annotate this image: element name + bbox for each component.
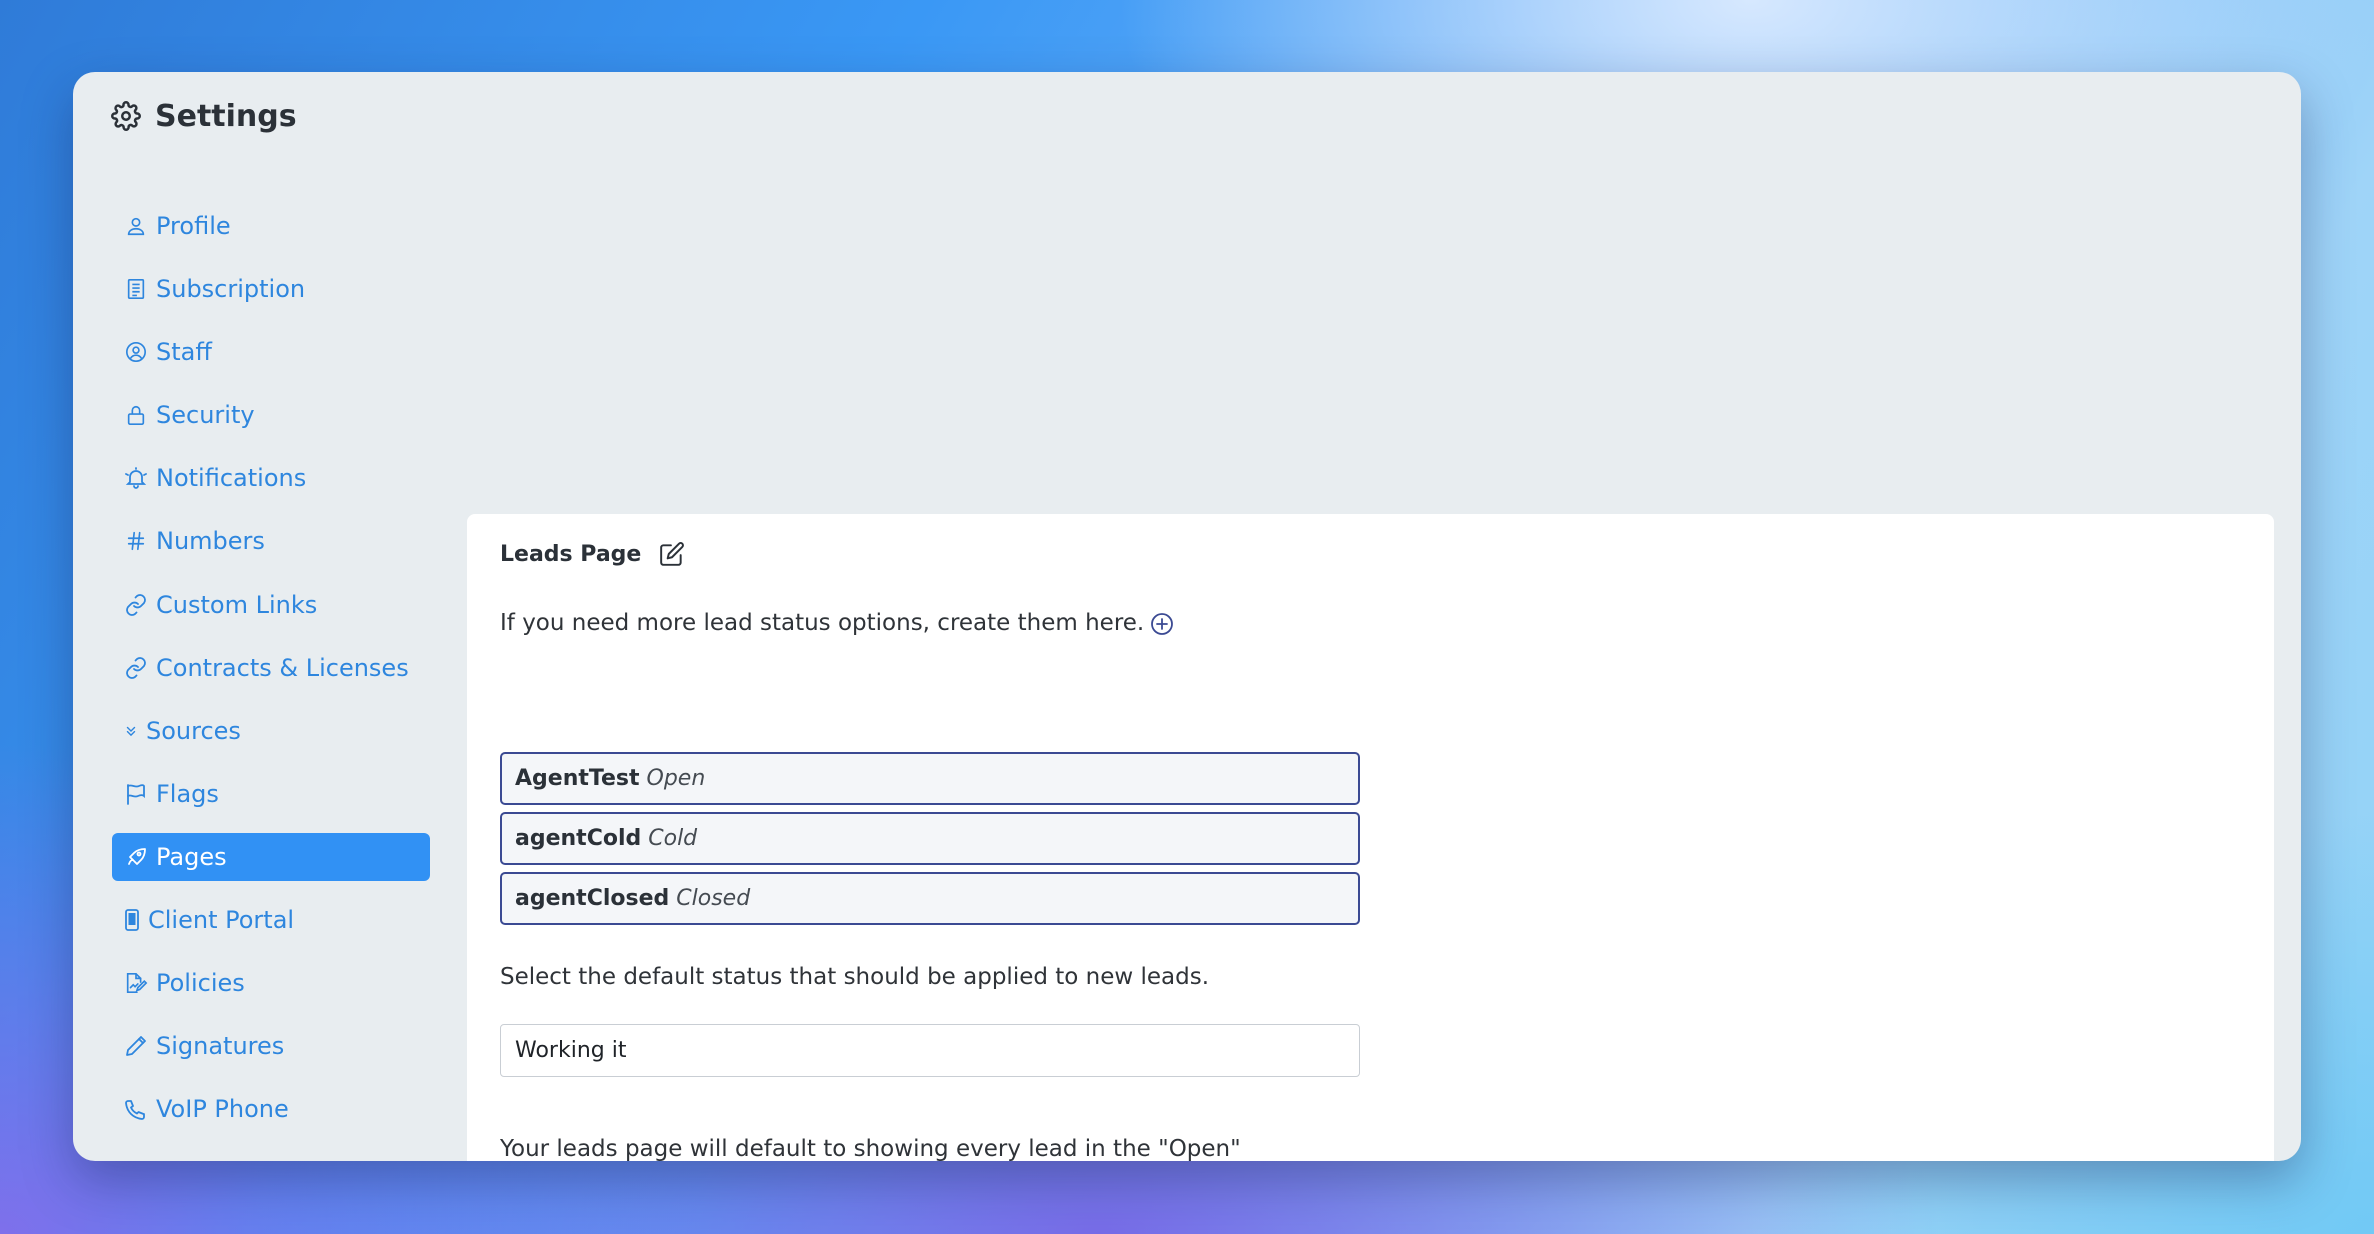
sidebar-item-label: Security — [156, 401, 255, 430]
sidebar-item-label: Signatures — [156, 1032, 285, 1061]
settings-window: Settings Profile Subscription Staff Secu… — [73, 72, 2301, 1161]
status-option-agenttest[interactable]: AgentTest Open — [500, 752, 1360, 805]
status-kind: Open — [646, 766, 706, 791]
sidebar-item-client-portal[interactable]: Client Portal — [112, 896, 430, 944]
add-status-line: If you need more lead status options, cr… — [500, 606, 1174, 641]
sidebar-item-label: VoIP Phone — [156, 1095, 289, 1124]
sidebar-item-signatures[interactable]: Signatures — [112, 1022, 430, 1070]
sidebar-item-contracts-licenses[interactable]: Contracts & Licenses — [112, 644, 430, 692]
default-status-select[interactable]: Working it — [500, 1024, 1360, 1077]
status-name: AgentTest — [515, 766, 640, 791]
status-kind: Cold — [648, 826, 698, 851]
plus-circle-icon[interactable] — [1150, 612, 1174, 636]
flag-icon — [124, 782, 148, 806]
link-icon — [124, 593, 148, 617]
hash-icon — [124, 529, 148, 553]
lead-status-list: AgentTest Open agentCold Cold agentClose… — [500, 752, 1360, 932]
user-circle-icon — [124, 340, 148, 364]
leads-page-panel: Leads Page If you need more lead status … — [467, 514, 2274, 1161]
sidebar-item-flags[interactable]: Flags — [112, 770, 430, 818]
add-status-text: If you need more lead status options, cr… — [500, 610, 1145, 636]
filter-description: Your leads page will default to showing … — [500, 1136, 1241, 1161]
panel-title: Leads Page — [500, 541, 642, 567]
window-title: Settings — [111, 94, 297, 138]
sidebar-item-numbers[interactable]: Numbers — [112, 517, 430, 565]
sidebar-item-sources[interactable]: Sources — [112, 707, 430, 755]
sidebar-item-security[interactable]: Security — [112, 391, 430, 439]
default-status-prompt: Select the default status that should be… — [500, 964, 1210, 990]
status-option-agentcold[interactable]: agentCold Cold — [500, 812, 1360, 865]
file-edit-icon — [124, 971, 148, 995]
sidebar-item-label: Notifications — [156, 464, 307, 493]
sidebar-item-profile[interactable]: Profile — [112, 202, 430, 250]
sidebar-item-label: Numbers — [156, 527, 265, 556]
sidebar-item-label: Profile — [156, 212, 231, 240]
sidebar-item-label: Contracts & Licenses — [156, 653, 409, 682]
sidebar-item-label: Staff — [156, 338, 212, 367]
sidebar-item-label: Pages — [156, 842, 227, 871]
settings-sidebar: Profile Subscription Staff Security Noti… — [112, 202, 430, 1148]
sidebar-item-label: Flags — [156, 779, 219, 808]
settings-title: Settings — [155, 98, 297, 134]
sidebar-item-notifications[interactable]: Notifications — [112, 454, 430, 502]
link-icon — [124, 656, 148, 680]
phone-icon — [124, 1097, 148, 1121]
sidebar-item-label: Client Portal — [148, 906, 295, 935]
receipt-icon — [124, 277, 148, 301]
edit-icon[interactable] — [659, 541, 685, 567]
sidebar-item-staff[interactable]: Staff — [112, 328, 430, 376]
status-kind: Closed — [676, 886, 751, 911]
panel-header: Leads Page — [500, 534, 685, 574]
status-option-agentclosed[interactable]: agentClosed Closed — [500, 872, 1360, 925]
sidebar-item-subscription[interactable]: Subscription — [112, 265, 430, 313]
rocket-icon — [124, 845, 148, 869]
gear-icon — [111, 101, 141, 131]
sidebar-item-label: Sources — [146, 716, 241, 745]
status-name: agentClosed — [515, 886, 670, 911]
sidebar-item-voip-phone[interactable]: VoIP Phone — [112, 1085, 430, 1133]
status-name: agentCold — [515, 826, 642, 851]
pencil-icon — [124, 1034, 148, 1058]
sidebar-item-custom-links[interactable]: Custom Links — [112, 581, 430, 629]
sidebar-item-label: Custom Links — [156, 590, 318, 619]
user-icon — [124, 214, 148, 238]
chevrons-down-icon — [124, 719, 138, 743]
lock-icon — [124, 403, 148, 427]
phone-device-icon — [124, 908, 140, 932]
sidebar-item-label: Policies — [156, 969, 245, 998]
sidebar-item-pages[interactable]: Pages — [112, 832, 430, 881]
sidebar-item-label: Subscription — [156, 275, 306, 304]
sidebar-item-policies[interactable]: Policies — [112, 959, 430, 1007]
bell-icon — [124, 466, 148, 490]
